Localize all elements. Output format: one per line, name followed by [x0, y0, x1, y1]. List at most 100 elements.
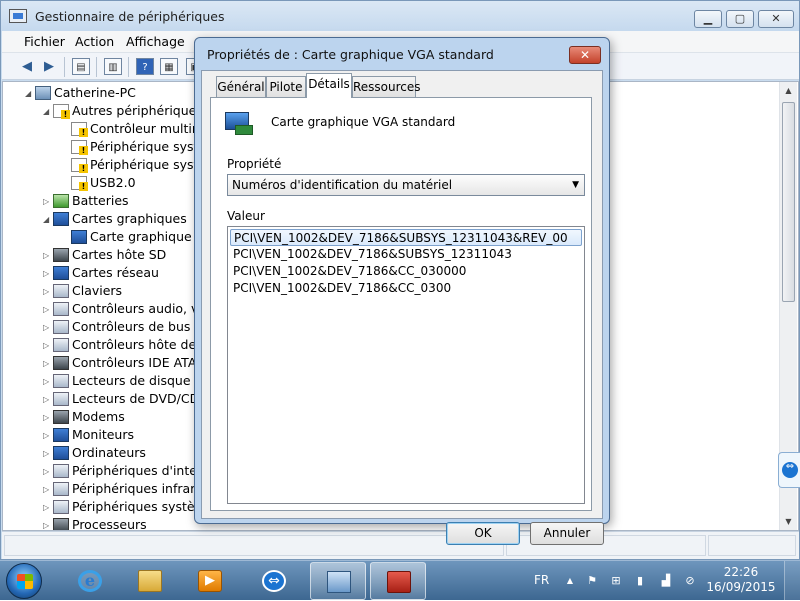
taskbar-explorer[interactable] [122, 562, 178, 600]
tab-general[interactable]: Général [216, 76, 266, 97]
taskbar-ie[interactable]: e [62, 562, 118, 600]
main-titlebar[interactable]: Gestionnaire de périphériques ▁ ▢ ✕ [1, 1, 799, 31]
collapse-icon[interactable]: ◢ [43, 211, 53, 229]
back-arrow-icon[interactable]: ◀ [18, 58, 36, 75]
warning-device-icon [71, 121, 88, 137]
expand-icon[interactable]: ▷ [43, 517, 53, 531]
tree-item[interactable]: ◢ Cartes graphiques [43, 210, 187, 228]
taskbar-media-player[interactable] [182, 562, 238, 600]
scroll-down-icon[interactable]: ▼ [780, 513, 797, 530]
tree-item[interactable]: Carte graphique VG [61, 228, 214, 246]
tree-item[interactable]: ▷ Ordinateurs [43, 444, 146, 462]
ide-controller-icon [53, 355, 69, 370]
expand-icon[interactable]: ▷ [43, 193, 53, 211]
tree-item[interactable]: ▷ Périphériques infrarou [43, 480, 211, 498]
tree-item[interactable]: ▷ Contrôleurs hôte de bu [43, 336, 216, 354]
teamviewer-side-tab[interactable] [778, 452, 800, 488]
tree-root[interactable]: ◢ Catherine-PC [25, 84, 136, 102]
expand-icon[interactable]: ▷ [43, 265, 53, 283]
tree-item[interactable]: ▷ Batteries [43, 192, 129, 210]
maximize-button[interactable]: ▢ [726, 10, 754, 28]
close-button[interactable]: ✕ [758, 10, 794, 28]
menu-action[interactable]: Action [75, 34, 114, 49]
dialog-close-button[interactable]: ✕ [569, 46, 601, 64]
expand-icon[interactable]: ▷ [43, 247, 53, 265]
cancel-button[interactable]: Annuler [530, 522, 604, 545]
document-icon[interactable]: ▥ [104, 58, 122, 75]
taskbar-teamviewer[interactable] [246, 562, 302, 600]
teamviewer-icon [262, 570, 286, 592]
expand-icon[interactable]: ▷ [43, 373, 53, 391]
expand-icon[interactable]: ▷ [43, 481, 53, 499]
show-hidden-icons-icon[interactable]: ▲ [562, 573, 578, 589]
display-adapter-icon [53, 211, 69, 226]
menu-fichier[interactable]: Fichier [24, 34, 65, 49]
help-icon[interactable]: ? [136, 58, 154, 75]
tree-item[interactable]: Contrôleur multim [61, 120, 204, 138]
toolbar-separator [96, 57, 97, 77]
value-list-item[interactable]: PCI\VEN_1002&DEV_7186&SUBSYS_12311043&RE… [230, 229, 582, 246]
tree-item[interactable]: ▷ Modems [43, 408, 125, 426]
expand-icon[interactable]: ▷ [43, 283, 53, 301]
expand-icon[interactable]: ▷ [43, 319, 53, 337]
expand-icon[interactable]: ▷ [43, 463, 53, 481]
volume-muted-icon[interactable]: ⊘ [682, 573, 698, 589]
expand-icon[interactable]: ▷ [43, 427, 53, 445]
tree-item[interactable]: Périphérique systé [61, 138, 206, 156]
network-signal-icon[interactable]: ▟ [658, 573, 674, 589]
tree-item[interactable]: ▷ Contrôleurs audio, vid [43, 300, 210, 318]
modem-icon [53, 409, 69, 424]
tree-item[interactable]: ▷ Claviers [43, 282, 122, 300]
tree-item[interactable]: ▷ Cartes réseau [43, 264, 159, 282]
tree-item[interactable]: ▷ Processeurs [43, 516, 147, 530]
expand-icon[interactable]: ▷ [43, 499, 53, 517]
view-icon[interactable]: ▦ [160, 58, 178, 75]
expand-icon[interactable]: ▷ [43, 337, 53, 355]
expand-icon[interactable]: ▷ [43, 445, 53, 463]
tree-item[interactable]: ◢Autres périphériques [43, 102, 203, 120]
show-desktop-button[interactable] [784, 561, 800, 601]
expand-icon[interactable]: ▷ [43, 391, 53, 409]
property-dropdown[interactable]: Numéros d'identification du matériel ▼ [227, 174, 585, 196]
value-list-item[interactable]: PCI\VEN_1002&DEV_7186&SUBSYS_12311043 [230, 246, 582, 263]
ok-button[interactable]: OK [446, 522, 520, 545]
start-button[interactable] [6, 563, 42, 599]
tree-item[interactable]: ▷ Moniteurs [43, 426, 134, 444]
minimize-button[interactable]: ▁ [694, 10, 722, 28]
value-list[interactable]: PCI\VEN_1002&DEV_7186&SUBSYS_12311043&RE… [227, 226, 585, 504]
tree-item[interactable]: ▷ Périphériques d'interfa [43, 462, 214, 480]
action-center-flag-icon[interactable]: ⚑ [584, 573, 600, 589]
expand-icon[interactable]: ▷ [43, 301, 53, 319]
menu-affichage[interactable]: Affichage [126, 34, 185, 49]
tree-item[interactable]: ▷ Lecteurs de DVD/CD-R [43, 390, 212, 408]
collapse-icon[interactable]: ◢ [25, 85, 35, 103]
windows-update-icon[interactable]: ⊞ [608, 573, 624, 589]
tree-item[interactable]: ▷ Lecteurs de disque [43, 372, 191, 390]
tree-item[interactable]: ▷ Cartes hôte SD [43, 246, 166, 264]
power-plug-icon[interactable]: ▮ [632, 573, 648, 589]
value-list-item[interactable]: PCI\VEN_1002&DEV_7186&CC_0300 [230, 280, 582, 297]
tree-item[interactable]: USB2.0 [61, 174, 136, 192]
tab-pilote[interactable]: Pilote [266, 76, 306, 97]
value-list-item[interactable]: PCI\VEN_1002&DEV_7186&CC_030000 [230, 263, 582, 280]
properties-icon[interactable]: ▤ [72, 58, 90, 75]
scroll-thumb[interactable] [782, 102, 795, 302]
tree-item[interactable]: Périphérique systè [61, 156, 206, 174]
forward-arrow-icon[interactable]: ▶ [40, 58, 58, 75]
language-indicator[interactable]: FR [534, 573, 549, 587]
tree-item[interactable]: ▷ Contrôleurs de bus US [43, 318, 211, 336]
tree-item[interactable]: ▷ Contrôleurs IDE ATA/A [43, 354, 209, 372]
taskbar-device-manager[interactable] [310, 562, 366, 600]
processor-icon [53, 517, 69, 530]
system-clock[interactable]: 22:26 16/09/2015 [706, 565, 776, 595]
tab-ressources[interactable]: Ressources [352, 76, 421, 97]
collapse-icon[interactable]: ◢ [43, 103, 53, 121]
bus-controller-icon [53, 337, 69, 352]
scroll-up-icon[interactable]: ▲ [780, 82, 797, 99]
dialog-title: Propriétés de : Carte graphique VGA stan… [207, 47, 494, 62]
expand-icon[interactable]: ▷ [43, 409, 53, 427]
tree-item[interactable]: ▷ Périphériques système [43, 498, 214, 516]
taskbar-toolbox[interactable] [370, 562, 426, 600]
expand-icon[interactable]: ▷ [43, 355, 53, 373]
tab-details[interactable]: Détails [306, 73, 352, 98]
